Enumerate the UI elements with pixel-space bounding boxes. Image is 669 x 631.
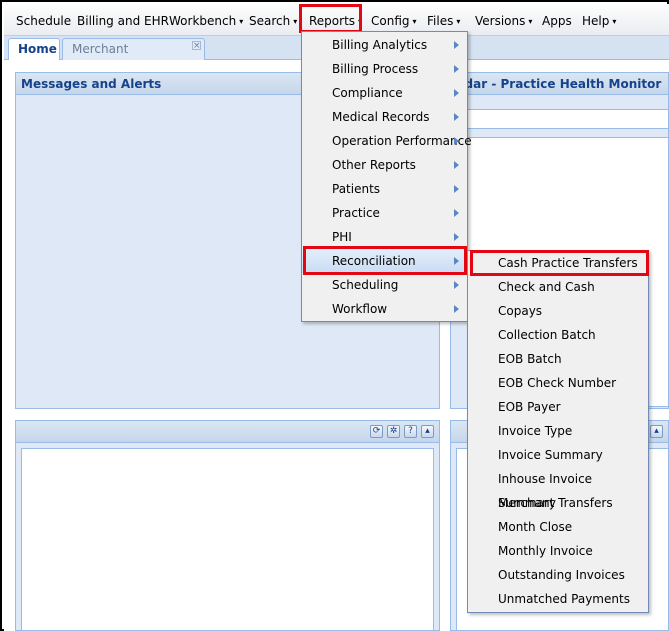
submenu-item-merchant-transfers[interactable]: Merchant Transfers: [468, 491, 648, 515]
refresh-icon[interactable]: ⟳: [370, 425, 383, 438]
gear-icon[interactable]: ✲: [387, 425, 400, 438]
submenu-item-inhouse-invoice-summary[interactable]: Inhouse Invoice Summary: [468, 467, 648, 510]
submenu-arrow-icon: [454, 41, 459, 49]
menu-config[interactable]: Config ▾: [371, 13, 417, 29]
panel-body: [21, 448, 434, 631]
chevron-down-icon: ▾: [293, 17, 298, 26]
panel-title: ndar - Practice Health Monitor: [451, 73, 668, 95]
submenu-item-invoice-type[interactable]: Invoice Type: [468, 419, 648, 443]
submenu-item-eob-batch[interactable]: EOB Batch: [468, 347, 648, 371]
menu-item-practice[interactable]: Practice: [302, 201, 467, 225]
cash-practice-transfers-highlight-box: [470, 250, 649, 276]
submenu-arrow-icon: [454, 113, 459, 121]
submenu-arrow-icon: [454, 209, 459, 217]
submenu-arrow-icon: [454, 137, 459, 145]
menu-item-scheduling[interactable]: Scheduling: [302, 273, 467, 297]
submenu-item-month-close[interactable]: Month Close: [468, 515, 648, 539]
submenu-item-monthly-invoice[interactable]: Monthly Invoice: [468, 539, 648, 563]
chevron-down-icon: ▾: [239, 17, 244, 26]
menu-apps[interactable]: Apps: [542, 13, 572, 29]
tab-home[interactable]: Home: [8, 38, 60, 60]
reports-highlight-box: [299, 4, 362, 33]
submenu-item-outstanding-invoices[interactable]: Outstanding Invoices: [468, 563, 648, 587]
collapse-icon[interactable]: ▴: [650, 425, 663, 438]
menu-billing-ehr[interactable]: Billing and EHR: [77, 13, 169, 29]
submenu-item-unmatched-payments[interactable]: Unmatched Payments: [468, 587, 648, 611]
submenu-arrow-icon: [454, 233, 459, 241]
reconciliation-submenu: Cash Practice Transfers Check and Cash C…: [467, 250, 649, 613]
calendar-input[interactable]: [467, 109, 669, 129]
menu-item-medical-records[interactable]: Medical Records: [302, 105, 467, 129]
menu-item-compliance[interactable]: Compliance: [302, 81, 467, 105]
bottom-left-panel: ⟳ ✲ ? ▴: [15, 420, 440, 631]
menu-workbench[interactable]: Workbench ▾: [169, 13, 243, 29]
menu-item-workflow[interactable]: Workflow: [302, 297, 467, 321]
menu-schedule[interactable]: Schedule: [16, 13, 71, 29]
close-icon[interactable]: ×: [192, 41, 201, 51]
menu-help[interactable]: Help ▾: [582, 13, 616, 29]
submenu-item-eob-payer[interactable]: EOB Payer: [468, 395, 648, 419]
submenu-arrow-icon: [454, 89, 459, 97]
help-icon[interactable]: ?: [404, 425, 417, 438]
menu-files[interactable]: Files ▾: [427, 13, 460, 29]
app-window: Schedule Billing and EHR Workbench ▾ Sear…: [0, 0, 669, 631]
chevron-down-icon: ▾: [612, 17, 617, 26]
submenu-item-collection-batch[interactable]: Collection Batch: [468, 323, 648, 347]
menu-item-billing-analytics[interactable]: Billing Analytics: [302, 33, 467, 57]
menu-versions[interactable]: Versions ▾: [475, 13, 532, 29]
menu-item-other-reports[interactable]: Other Reports: [302, 153, 467, 177]
submenu-arrow-icon: [454, 185, 459, 193]
submenu-item-eob-check-number[interactable]: EOB Check Number: [468, 371, 648, 395]
submenu-item-copays[interactable]: Copays: [468, 299, 648, 323]
reports-dropdown-menu: Billing Analytics Billing Process Compli…: [301, 31, 472, 322]
submenu-arrow-icon: [454, 281, 459, 289]
menu-search[interactable]: Search ▾: [249, 13, 297, 29]
tab-merchant-configuration[interactable]: Merchant Configuration ×: [62, 38, 205, 76]
submenu-arrow-icon: [454, 65, 459, 73]
menu-item-patients[interactable]: Patients: [302, 177, 467, 201]
reconciliation-highlight-box: [303, 246, 467, 275]
submenu-item-check-and-cash[interactable]: Check and Cash: [468, 275, 648, 299]
chevron-down-icon: ▾: [456, 17, 461, 26]
chevron-down-icon: ▾: [528, 17, 533, 26]
submenu-arrow-icon: [454, 305, 459, 313]
submenu-arrow-icon: [454, 161, 459, 169]
submenu-item-invoice-summary[interactable]: Invoice Summary: [468, 443, 648, 467]
collapse-icon[interactable]: ▴: [421, 425, 434, 438]
menu-item-billing-process[interactable]: Billing Process: [302, 57, 467, 81]
menu-item-operation-performance[interactable]: Operation Performance: [302, 129, 472, 153]
chevron-down-icon: ▾: [412, 17, 417, 26]
